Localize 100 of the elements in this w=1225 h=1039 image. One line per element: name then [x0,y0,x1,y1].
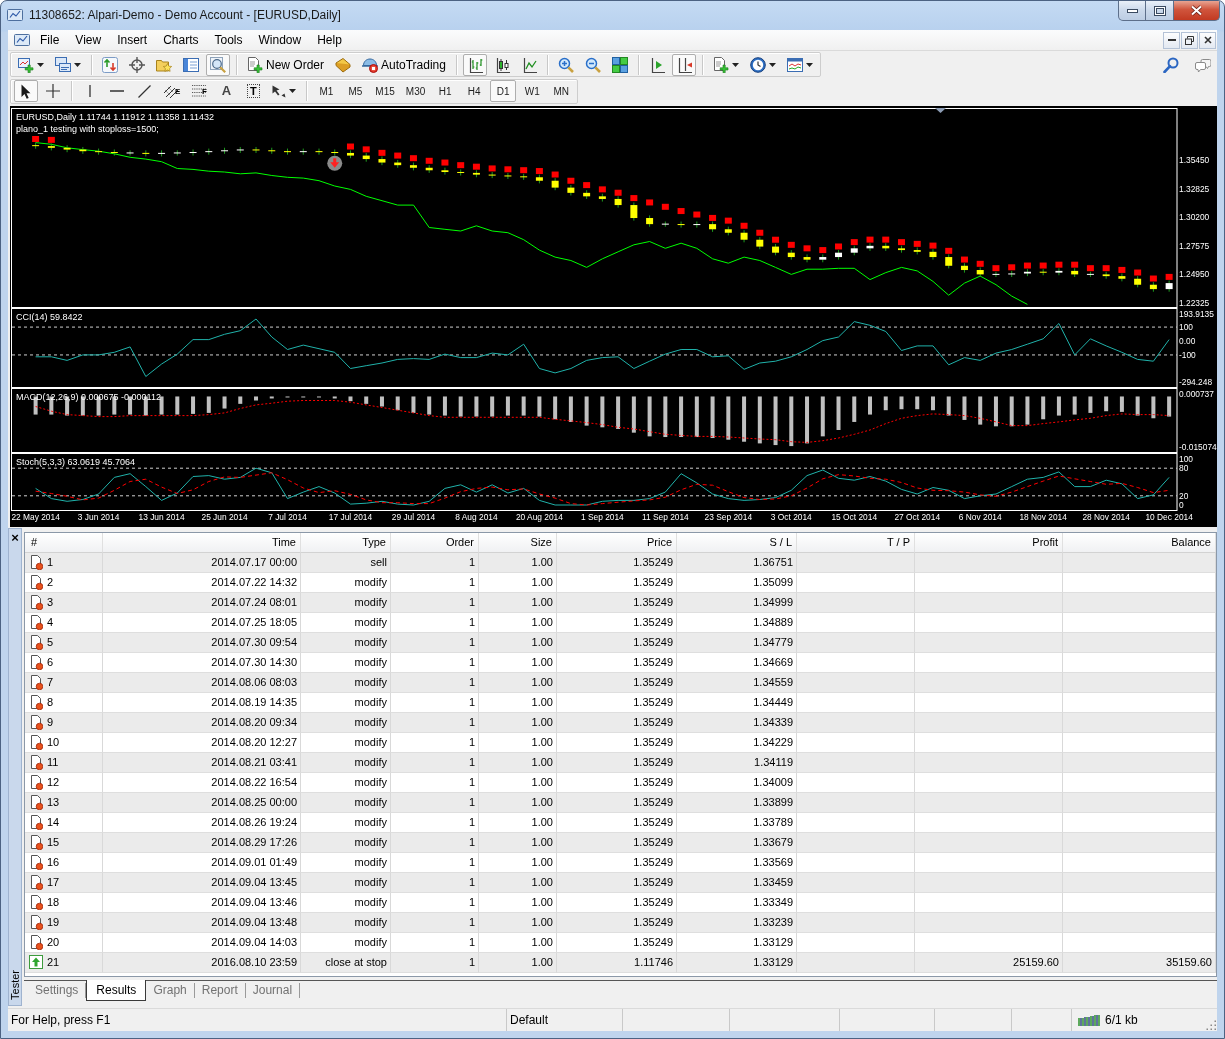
timeframe-button[interactable]: M1 [313,80,340,102]
candle [976,266,984,278]
candle [567,184,575,196]
menu-item[interactable]: Help [309,30,350,50]
minimize-button[interactable] [1118,1,1146,21]
label-button[interactable]: T [241,80,266,102]
bar-chart-button[interactable] [462,53,487,76]
close-button[interactable] [1199,31,1216,49]
table-row[interactable]: 7 2014.08.06 08:03 modify 1 1.00 1.35249 1.34559 [25,673,1216,693]
text-button[interactable]: A [214,80,239,102]
table-row[interactable]: 17 2014.09.04 13:45 modify 1 1.00 1.35249 1.33459 [25,873,1216,893]
column-header[interactable]: S / L [677,533,797,553]
date-label: 13 Jun 2014 [138,512,185,522]
table-cell: modify [301,913,391,933]
date-label: 22 May 2014 [11,512,60,522]
timeframe-button[interactable]: H1 [432,80,459,102]
minimize-button[interactable] [1163,31,1180,49]
timeframe-button[interactable]: H4 [461,80,488,102]
close-icon [1190,5,1203,16]
search-icon [1163,56,1179,73]
table-cell: 1 [391,673,479,693]
timeframe-button[interactable]: W1 [519,80,546,102]
zoom-in-icon [557,56,574,73]
table-row[interactable]: 15 2014.08.29 17:26 modify 1 1.00 1.35249 1.33679 [25,833,1216,853]
tester-button[interactable] [206,53,230,76]
column-header[interactable]: Type [301,533,391,553]
table-row[interactable]: 3 2014.07.24 08:01 modify 1 1.00 1.35249 1.34999 [25,593,1216,613]
column-header[interactable]: Order [391,533,479,553]
table-cell: 1.33129 [677,953,797,973]
close-button[interactable] [1174,1,1220,21]
candle [960,262,968,274]
chart-template-icon [786,56,803,73]
column-header[interactable]: Price [557,533,677,553]
column-header[interactable]: # [25,533,103,553]
table-row[interactable]: 5 2014.07.30 09:54 modify 1 1.00 1.35249 1.34779 [25,633,1216,653]
channel-button[interactable]: E [159,80,185,102]
tab[interactable]: Graph [146,983,195,998]
axis-label: 0 [1179,500,1184,510]
table-row[interactable]: 1 2014.07.17 00:00 sell 1 1.00 1.35249 1.36751 [25,553,1216,573]
tab[interactable]: Results [86,980,147,1001]
document-plus-icon [247,56,263,73]
autotrading-button[interactable]: AutoTrading [358,53,450,76]
table-cell-text: 16 [47,855,60,870]
column-header[interactable]: Profit [915,533,1063,553]
candle [866,242,874,252]
date-label: 28 Nov 2014 [1082,512,1130,522]
menu-item[interactable]: View [67,30,110,50]
chart-window-icon[interactable] [14,32,30,48]
fibonacci-button[interactable]: F [187,80,212,102]
menu-item[interactable]: Insert [109,30,156,50]
candle [331,148,339,157]
shift-marker-icon[interactable] [935,108,946,113]
candle [882,242,890,252]
table-row[interactable]: 9 2014.08.20 09:34 modify 1 1.00 1.35249 1.34339 [25,713,1216,733]
restore-button[interactable] [1181,31,1198,49]
chart-plus-icon [18,56,34,73]
cursor-button[interactable] [14,80,38,102]
table-cell-text: 20 [47,935,60,950]
tab[interactable]: Report [194,983,246,998]
signal-bars-icon [1078,1014,1100,1026]
candle [284,148,291,156]
table-row[interactable]: 21 2016.08.10 23:59 close at stop 1 1.00 1.11746 1.33129 25159.60 35159.60 [25,953,1216,973]
date-label: 29 Jul 2014 [391,512,436,522]
menu-item[interactable]: Charts [155,30,207,50]
table-cell: 1 [391,633,479,653]
table-cell: 1.00 [479,873,557,893]
timeframe-button[interactable]: M30 [401,80,430,102]
column-header[interactable]: Balance [1063,533,1216,553]
table-row[interactable]: 11 2014.08.21 03:41 modify 1 1.00 1.35249 1.34119 [25,753,1216,773]
level-label: 100 [1179,322,1193,333]
date-label: 25 Jun 2014 [201,512,248,522]
timeframe-button[interactable]: MN [548,80,575,102]
timeframe-button[interactable]: D1 [490,80,517,102]
timeframe-button[interactable]: M15 [371,80,399,102]
candle [63,144,71,153]
axis-label: 1.35450 [1179,154,1210,165]
candle [835,249,842,261]
table-cell: 2014.08.25 00:00 [103,793,301,813]
table-cell-text: 10 [47,735,60,750]
column-header[interactable]: Time [103,533,301,553]
resize-grip-icon[interactable] [1206,1020,1216,1030]
menu-item[interactable]: Window [250,30,310,50]
timeframe-button[interactable]: M5 [342,80,369,102]
maximize-button[interactable] [1146,1,1174,21]
close-button[interactable]: × [11,531,19,544]
table-cell: 1.35249 [557,833,677,853]
table-cell: 1 [391,593,479,613]
table-cell: 1.34559 [677,673,797,693]
tab[interactable]: Journal [245,983,301,998]
column-header[interactable]: Size [479,533,557,553]
table-cell: modify [301,873,391,893]
new-order-button[interactable]: New Order [243,53,328,76]
table-cell: 1 [391,873,479,893]
table-row[interactable]: 13 2014.08.25 00:00 modify 1 1.00 1.35249 1.33899 [25,793,1216,813]
chart-shift-button[interactable] [671,53,696,76]
menu-item[interactable]: Tools [206,30,251,50]
column-header[interactable]: T / P [797,533,915,553]
table-cell: 1.35249 [557,753,677,773]
table-row[interactable]: 19 2014.09.04 13:48 modify 1 1.00 1.35249 1.33239 [25,913,1216,933]
menu-item[interactable]: File [32,30,68,50]
